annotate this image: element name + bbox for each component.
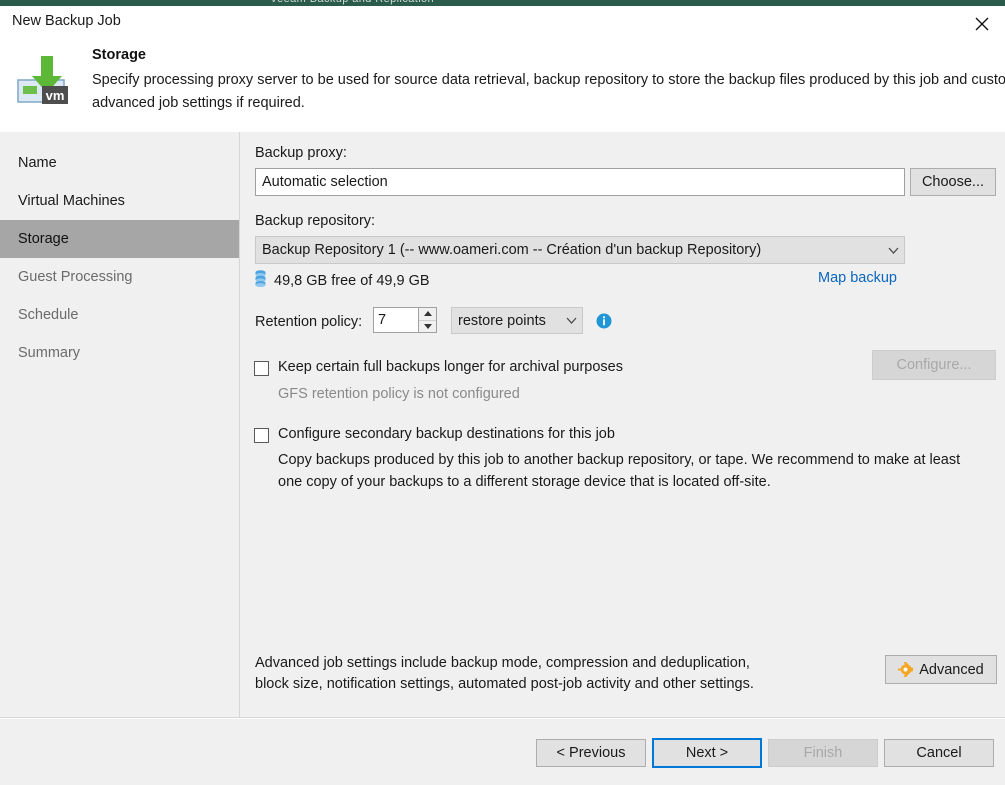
storage-settings-pane: Backup proxy: Choose... Backup repositor… (241, 132, 1005, 717)
configure-gfs-button[interactable]: Configure... (872, 350, 996, 380)
chevron-down-icon (882, 247, 904, 254)
secondary-destinations-checkbox[interactable] (254, 428, 269, 443)
finish-button[interactable]: Finish (768, 739, 878, 767)
new-backup-job-dialog: Veeam Backup and Replication New Backup … (0, 0, 1005, 785)
next-button[interactable]: Next > (652, 738, 762, 768)
stepper-down-icon[interactable] (419, 320, 436, 332)
advanced-desc-line2: block size, notification settings, autom… (255, 676, 754, 692)
gear-icon (898, 662, 914, 677)
archival-backups-checkbox-row[interactable]: Keep certain full backups longer for arc… (254, 359, 623, 376)
dialog-header: vm Storage Specify processing proxy serv… (0, 42, 1005, 132)
chevron-down-icon (560, 317, 582, 324)
secondary-destinations-label: Configure secondary backup destinations … (278, 426, 615, 442)
stepper-buttons (418, 308, 436, 332)
backup-repository-label: Backup repository: (255, 213, 376, 229)
previous-button[interactable]: < Previous (536, 739, 646, 767)
advanced-desc-line1: Advanced job settings include backup mod… (255, 655, 750, 671)
page-description: Specify processing proxy server to be us… (92, 72, 1005, 111)
title-bar: New Backup Job (0, 6, 1005, 42)
cancel-button[interactable]: Cancel (884, 739, 994, 767)
sidebar-item-schedule[interactable]: Schedule (0, 296, 239, 334)
archival-backups-label: Keep certain full backups longer for arc… (278, 359, 623, 375)
choose-button[interactable]: Choose... (910, 168, 996, 196)
secondary-destinations-desc-line1: Copy backups produced by this job to ano… (278, 452, 961, 468)
archival-backups-checkbox[interactable] (254, 361, 269, 376)
sidebar-item-storage[interactable]: Storage (0, 220, 239, 258)
backup-proxy-label: Backup proxy: (255, 145, 347, 161)
retention-unit-select[interactable]: restore points (451, 307, 583, 334)
dialog-footer: < Previous Next > Finish Cancel (0, 718, 1005, 785)
header-text-block: Storage Specify processing proxy server … (92, 45, 1005, 129)
storage-disk-icon (255, 270, 266, 291)
gfs-retention-note: GFS retention policy is not configured (278, 386, 520, 402)
retention-value-input[interactable] (374, 308, 418, 332)
retention-policy-label: Retention policy: (255, 314, 363, 330)
svg-text:vm: vm (46, 88, 65, 103)
wizard-step-sidebar: Name Virtual Machines Storage Guest Proc… (0, 132, 240, 717)
page-title: Storage (92, 47, 146, 63)
backup-proxy-input[interactable] (255, 168, 905, 196)
info-icon[interactable] (596, 313, 612, 334)
secondary-destinations-checkbox-row[interactable]: Configure secondary backup destinations … (254, 426, 615, 443)
backup-repository-select[interactable]: Backup Repository 1 (-- www.oameri.com -… (255, 236, 905, 264)
sidebar-item-virtual-machines[interactable]: Virtual Machines (0, 182, 239, 220)
sidebar-item-name[interactable]: Name (0, 144, 239, 182)
free-space-text: 49,8 GB free of 49,9 GB (274, 272, 430, 289)
background-window-title: Veeam Backup and Replication (270, 0, 434, 5)
retention-unit-value: restore points (458, 312, 546, 329)
map-backup-link[interactable]: Map backup (818, 270, 897, 286)
sidebar-item-summary[interactable]: Summary (0, 334, 239, 372)
free-space-row: 49,8 GB free of 49,9 GB (255, 270, 430, 291)
advanced-button[interactable]: Advanced (885, 655, 997, 684)
stepper-up-icon[interactable] (419, 308, 436, 321)
retention-quantity-stepper[interactable] (373, 307, 437, 333)
advanced-button-label: Advanced (919, 661, 984, 678)
window-title: New Backup Job (12, 13, 121, 29)
close-glyph (975, 17, 989, 31)
close-icon[interactable] (959, 6, 1005, 42)
backup-repository-value: Backup Repository 1 (-- www.oameri.com -… (262, 242, 762, 258)
vm-backup-icon: vm (12, 50, 76, 114)
secondary-destinations-desc-line2: one copy of your backups to a different … (278, 474, 771, 490)
sidebar-item-guest-processing[interactable]: Guest Processing (0, 258, 239, 296)
